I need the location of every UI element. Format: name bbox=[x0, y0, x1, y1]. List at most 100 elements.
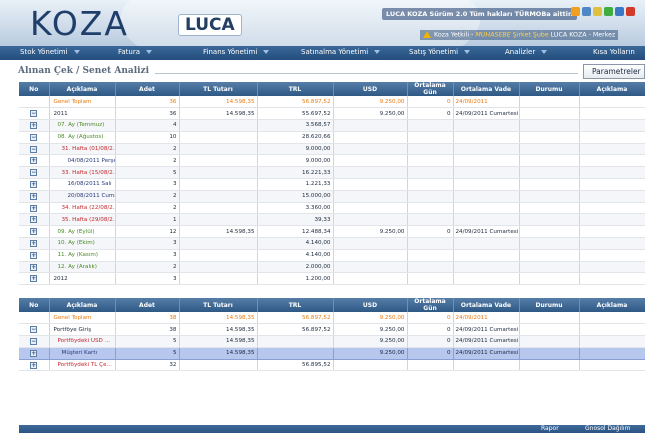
trl-amount-cell: 4.140,00 bbox=[257, 249, 334, 262]
table-row[interactable]: − Portföye Giriş 38 14.598,35 56.897,52 9.250… bbox=[19, 323, 645, 337]
col-aciklama[interactable]: Açıklama bbox=[49, 82, 116, 96]
expand-icon[interactable]: + bbox=[30, 121, 38, 129]
menu-finans[interactable]: Finans Yönetimi bbox=[203, 48, 270, 56]
table-row[interactable]: +34. Hafta (22/08/2... 2 3.360,00 bbox=[19, 202, 645, 215]
col-durumu[interactable]: Durumu bbox=[519, 82, 580, 96]
table-row[interactable]: Genel Toplam 38 14.598,35 56.897,52 9.250,00… bbox=[19, 312, 645, 325]
expand-icon[interactable]: + bbox=[30, 239, 38, 247]
expand-icon[interactable]: + bbox=[30, 263, 38, 271]
expand-icon[interactable]: + bbox=[30, 228, 38, 236]
table-row[interactable]: +10. Ay (Ekim) 3 4.140,00 bbox=[19, 237, 645, 250]
key-icon[interactable] bbox=[593, 7, 602, 16]
col-ortalama-gun[interactable]: Ortalama Gün bbox=[407, 82, 454, 96]
col-usd[interactable]: USD bbox=[333, 82, 408, 96]
col-no[interactable]: No bbox=[19, 82, 50, 96]
table-row[interactable]: − 33. Hafta (15/08/2... 5 16.221,33 bbox=[19, 166, 645, 180]
col-adet[interactable]: Adet bbox=[115, 298, 180, 312]
expand-icon[interactable]: + bbox=[30, 216, 38, 224]
collapse-icon[interactable]: − bbox=[30, 133, 38, 141]
average-due-cell: 24/09/2011 Cumartesi bbox=[453, 335, 520, 348]
col-adet[interactable]: Adet bbox=[115, 82, 180, 96]
note-cell bbox=[579, 359, 645, 372]
collapse-icon[interactable]: − bbox=[30, 326, 38, 334]
collapse-icon[interactable]: − bbox=[30, 110, 38, 118]
col-trl[interactable]: TRL bbox=[257, 82, 334, 96]
status-cell bbox=[519, 202, 580, 215]
collapse-icon[interactable]: − bbox=[30, 169, 38, 177]
table-row[interactable]: Genel Toplam 36 14.598,35 56.897,52 9.250,00… bbox=[19, 96, 645, 109]
row-label: Portföye Giriş bbox=[53, 326, 92, 333]
distribution-button[interactable]: Gnosol Dağılım bbox=[585, 425, 630, 432]
collapse-icon[interactable]: − bbox=[30, 145, 38, 153]
col-aciklama-2[interactable]: Açıklama bbox=[579, 82, 645, 96]
col-durumu[interactable]: Durumu bbox=[519, 298, 580, 312]
quantity-cell: 1 bbox=[115, 213, 180, 227]
expand-icon[interactable]: + bbox=[30, 180, 38, 188]
expand-icon[interactable]: + bbox=[30, 204, 38, 212]
expand-icon[interactable]: + bbox=[30, 361, 38, 369]
close-icon[interactable] bbox=[626, 7, 635, 16]
row-label: Portföydeki USD ... bbox=[57, 338, 110, 345]
expand-cell: + bbox=[19, 154, 50, 168]
description-cell: 35. Hafta (29/08/2... bbox=[49, 213, 116, 227]
table-row[interactable]: +09. Ay (Eylül) 12 14.598,35 12.488,34 9.250… bbox=[19, 225, 645, 239]
app-header: KOZA LUCA LUCA KOZA Sürüm 2.0 Tüm haklar… bbox=[0, 0, 645, 46]
parameters-button[interactable]: Parametreler bbox=[583, 64, 645, 79]
table-row[interactable]: +35. Hafta (29/08/2... 1 39,33 bbox=[19, 213, 645, 227]
menu-satinalma[interactable]: Satınalma Yönetimi bbox=[301, 48, 381, 56]
table-row[interactable]: − 31. Hafta (01/08/2... 2 9.000,00 bbox=[19, 143, 645, 156]
expand-icon[interactable]: + bbox=[30, 275, 38, 283]
table-row[interactable]: +11. Ay (Kasım) 3 4.140,00 bbox=[19, 249, 645, 262]
col-aciklama[interactable]: Açıklama bbox=[49, 298, 116, 312]
menu-analizler[interactable]: Analizler bbox=[505, 48, 548, 56]
average-day-cell bbox=[407, 359, 454, 372]
expand-icon[interactable]: + bbox=[30, 157, 38, 165]
quantity-cell: 36 bbox=[115, 96, 180, 109]
tl-amount-cell bbox=[179, 249, 258, 262]
report-button[interactable]: Rapor bbox=[541, 425, 559, 432]
usd-amount-cell bbox=[333, 190, 408, 203]
expand-icon[interactable]: + bbox=[30, 192, 38, 200]
table-row[interactable]: +20/08/2011 Cuma...2 15.000,00 bbox=[19, 190, 645, 203]
table-row[interactable]: + Portföydeki TL Çe... 32 56.895,52 bbox=[19, 359, 645, 372]
menu-kisayollar[interactable]: Kısa Yolların bbox=[593, 48, 635, 56]
row-label: 11. Ay (Kasım) bbox=[57, 252, 99, 259]
usd-amount-cell: 9.250,00 bbox=[333, 323, 408, 337]
help-icon[interactable] bbox=[615, 7, 624, 16]
col-usd[interactable]: USD bbox=[333, 298, 408, 312]
col-trl[interactable]: TRL bbox=[257, 298, 334, 312]
table-row[interactable]: +12. Ay (Aralık) 2 2.000,00 bbox=[19, 261, 645, 274]
menu-satis[interactable]: Satış Yönetimi bbox=[409, 48, 471, 56]
table-row[interactable]: +04/08/2011 Perşe...2 9.000,00 bbox=[19, 154, 645, 168]
table-row[interactable]: + Müşteri Kartı 5 14.598,35 9.250,00 0 24/09/2… bbox=[19, 347, 645, 360]
monitor-icon[interactable] bbox=[582, 7, 591, 16]
table-row[interactable]: − 2011 36 14.598,35 55.697,52 9.250,00 0 24/09/… bbox=[19, 107, 645, 121]
table-row[interactable]: − Portföydeki USD ... 5 14.598,35 9.250,00 0 2… bbox=[19, 335, 645, 348]
col-no[interactable]: No bbox=[19, 298, 50, 312]
average-day-cell: 0 bbox=[407, 323, 454, 337]
collapse-icon[interactable]: − bbox=[30, 337, 38, 345]
expand-icon[interactable]: + bbox=[30, 349, 38, 357]
quantity-cell: 5 bbox=[115, 335, 180, 348]
trl-amount-cell: 4.140,00 bbox=[257, 237, 334, 250]
col-tl-tutari[interactable]: TL Tutarı bbox=[179, 82, 258, 96]
col-tl-tutari[interactable]: TL Tutarı bbox=[179, 298, 258, 312]
calendar-icon[interactable] bbox=[571, 7, 580, 16]
menu-fatura[interactable]: Fatura bbox=[118, 48, 153, 56]
col-ortalama-gun[interactable]: Ortalama Gün bbox=[407, 298, 454, 312]
menu-stok[interactable]: Stok Yönetimi bbox=[20, 48, 80, 56]
table-row[interactable]: +2012 3 1.200,00 bbox=[19, 272, 645, 286]
table-row[interactable]: +16/08/2011 Salı 3 1.221,33 bbox=[19, 178, 645, 191]
trl-amount-cell: 56.895,52 bbox=[257, 359, 334, 372]
refresh-icon[interactable] bbox=[604, 7, 613, 16]
quantity-cell: 5 bbox=[115, 166, 180, 180]
header-toolbar bbox=[571, 7, 635, 16]
description-cell: 10. Ay (Ekim) bbox=[49, 237, 116, 250]
table-row[interactable]: − 08. Ay (Ağustos) 10 28.620,66 bbox=[19, 131, 645, 144]
table-row[interactable]: +07. Ay (Temmuz) 4 3.568,57 bbox=[19, 119, 645, 132]
col-aciklama-2[interactable]: Açıklama bbox=[579, 298, 645, 312]
expand-icon[interactable]: + bbox=[30, 251, 38, 259]
note-cell bbox=[579, 178, 645, 191]
col-ortalama-vade[interactable]: Ortalama Vade bbox=[453, 298, 520, 312]
col-ortalama-vade[interactable]: Ortalama Vade bbox=[453, 82, 520, 96]
